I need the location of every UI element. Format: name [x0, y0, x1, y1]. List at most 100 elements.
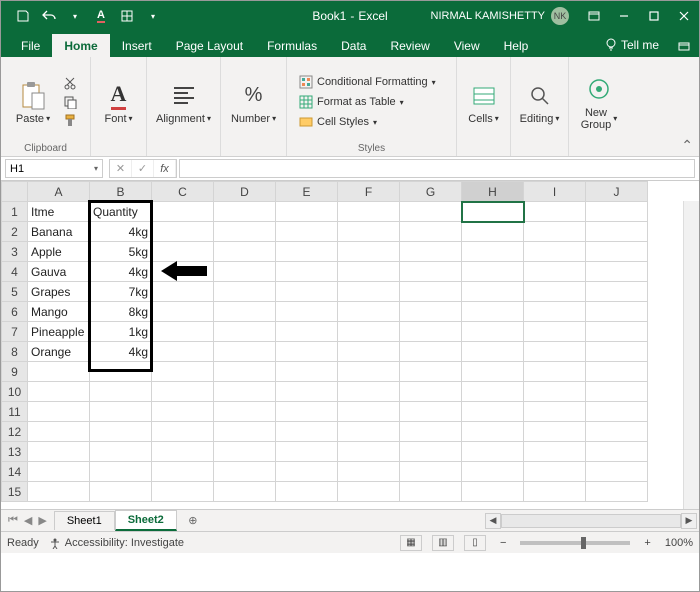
cell-E6[interactable]: [276, 302, 338, 322]
cell-D10[interactable]: [214, 382, 276, 402]
avatar[interactable]: NK: [551, 7, 569, 25]
cell-G13[interactable]: [400, 442, 462, 462]
cell-G5[interactable]: [400, 282, 462, 302]
cell-B11[interactable]: [90, 402, 152, 422]
cell-A7[interactable]: Pineapple: [28, 322, 90, 342]
cell-H10[interactable]: [462, 382, 524, 402]
cell-D4[interactable]: [214, 262, 276, 282]
cell-A8[interactable]: Orange: [28, 342, 90, 362]
cell-J14[interactable]: [586, 462, 648, 482]
editing-dropdown[interactable]: Editing▾: [514, 78, 566, 127]
cell-H9[interactable]: [462, 362, 524, 382]
row-header-12[interactable]: 12: [2, 422, 28, 442]
tab-data[interactable]: Data: [329, 34, 378, 57]
row-header-4[interactable]: 4: [2, 262, 28, 282]
cell-C15[interactable]: [152, 482, 214, 502]
cell-J4[interactable]: [586, 262, 648, 282]
cell-G10[interactable]: [400, 382, 462, 402]
cell-J2[interactable]: [586, 222, 648, 242]
spreadsheet-grid[interactable]: ABCDEFGHIJ1ItmeQuantity2Banana4kg3Apple5…: [1, 181, 648, 502]
cell-I11[interactable]: [524, 402, 586, 422]
cell-F13[interactable]: [338, 442, 400, 462]
cell-H11[interactable]: [462, 402, 524, 422]
cell-B9[interactable]: [90, 362, 152, 382]
cell-D14[interactable]: [214, 462, 276, 482]
row-header-7[interactable]: 7: [2, 322, 28, 342]
cell-H12[interactable]: [462, 422, 524, 442]
cell-C12[interactable]: [152, 422, 214, 442]
cell-D12[interactable]: [214, 422, 276, 442]
cell-B14[interactable]: [90, 462, 152, 482]
tab-home[interactable]: Home: [52, 34, 109, 57]
cell-G2[interactable]: [400, 222, 462, 242]
cell-A11[interactable]: [28, 402, 90, 422]
cell-J13[interactable]: [586, 442, 648, 462]
cell-F1[interactable]: [338, 202, 400, 222]
cell-C2[interactable]: [152, 222, 214, 242]
cell-F5[interactable]: [338, 282, 400, 302]
cell-F2[interactable]: [338, 222, 400, 242]
cell-B12[interactable]: [90, 422, 152, 442]
cell-G3[interactable]: [400, 242, 462, 262]
cell-E2[interactable]: [276, 222, 338, 242]
cell-J10[interactable]: [586, 382, 648, 402]
font-dropdown[interactable]: A Font▾: [98, 78, 138, 127]
cell-I1[interactable]: [524, 202, 586, 222]
tab-help[interactable]: Help: [492, 34, 541, 57]
cell-E13[interactable]: [276, 442, 338, 462]
cell-H6[interactable]: [462, 302, 524, 322]
cell-J1[interactable]: [586, 202, 648, 222]
maximize-button[interactable]: [639, 1, 669, 31]
cell-B5[interactable]: 7kg: [90, 282, 152, 302]
sheet-nav-next[interactable]: ▶: [35, 514, 49, 527]
column-header-F[interactable]: F: [338, 182, 400, 202]
row-header-9[interactable]: 9: [2, 362, 28, 382]
cell-J8[interactable]: [586, 342, 648, 362]
collapse-ribbon-icon[interactable]: ⌃: [681, 137, 693, 154]
cell-J15[interactable]: [586, 482, 648, 502]
tab-file[interactable]: File: [9, 34, 52, 57]
cell-G6[interactable]: [400, 302, 462, 322]
cells-dropdown[interactable]: Cells▾: [462, 78, 504, 127]
row-header-5[interactable]: 5: [2, 282, 28, 302]
ribbon-display-options[interactable]: [579, 1, 609, 31]
cell-H14[interactable]: [462, 462, 524, 482]
column-header-H[interactable]: H: [462, 182, 524, 202]
cell-J9[interactable]: [586, 362, 648, 382]
cell-D7[interactable]: [214, 322, 276, 342]
sheet-nav-prev[interactable]: ◀: [21, 514, 35, 527]
cell-H7[interactable]: [462, 322, 524, 342]
cell-D1[interactable]: [214, 202, 276, 222]
view-normal[interactable]: ▦: [400, 535, 422, 551]
zoom-level[interactable]: 100%: [665, 537, 693, 549]
cell-D6[interactable]: [214, 302, 276, 322]
cell-D8[interactable]: [214, 342, 276, 362]
conditional-formatting-button[interactable]: Conditional Formatting▾: [295, 74, 440, 90]
cell-A14[interactable]: [28, 462, 90, 482]
cut-button[interactable]: [59, 76, 81, 92]
cancel-formula-button[interactable]: ✕: [110, 160, 132, 177]
cell-J12[interactable]: [586, 422, 648, 442]
cell-C9[interactable]: [152, 362, 214, 382]
cell-A10[interactable]: [28, 382, 90, 402]
name-box[interactable]: H1 ▾: [5, 159, 103, 178]
cell-F12[interactable]: [338, 422, 400, 442]
close-button[interactable]: [669, 1, 699, 31]
cell-G1[interactable]: [400, 202, 462, 222]
cell-H13[interactable]: [462, 442, 524, 462]
cell-B3[interactable]: 5kg: [90, 242, 152, 262]
tab-review[interactable]: Review: [378, 34, 441, 57]
cell-G8[interactable]: [400, 342, 462, 362]
cell-J3[interactable]: [586, 242, 648, 262]
cell-F14[interactable]: [338, 462, 400, 482]
cell-A3[interactable]: Apple: [28, 242, 90, 262]
cell-C1[interactable]: [152, 202, 214, 222]
add-sheet-button[interactable]: ⊕: [183, 511, 203, 531]
select-all-corner[interactable]: [2, 182, 28, 202]
cell-B7[interactable]: 1kg: [90, 322, 152, 342]
row-header-11[interactable]: 11: [2, 402, 28, 422]
cell-G15[interactable]: [400, 482, 462, 502]
view-page-layout[interactable]: ▥: [432, 535, 454, 551]
cell-C10[interactable]: [152, 382, 214, 402]
view-page-break[interactable]: ▯: [464, 535, 486, 551]
